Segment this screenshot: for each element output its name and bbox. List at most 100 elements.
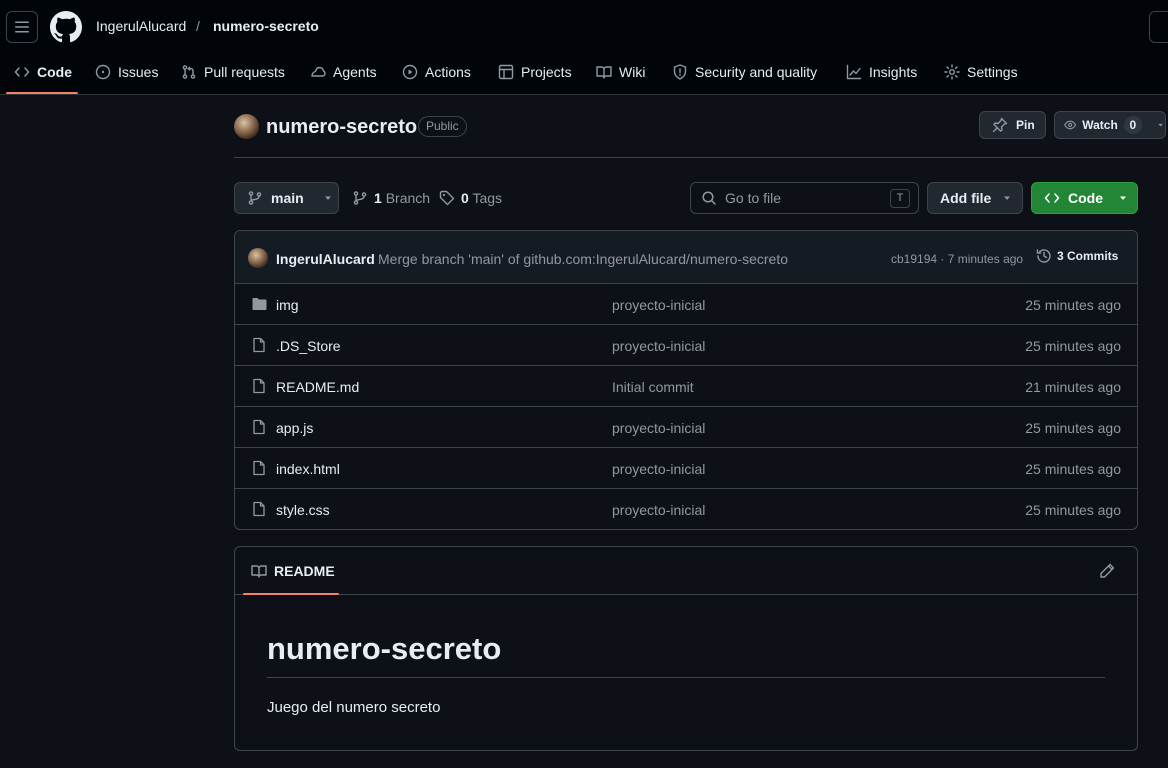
file-row[interactable]: .DS_Store proyecto-inicial 25 minutes ag… xyxy=(235,325,1137,366)
go-to-file-search[interactable]: T xyxy=(690,182,919,214)
code-icon xyxy=(1044,193,1060,203)
file-commit-message[interactable]: proyecto-inicial xyxy=(612,461,705,477)
go-to-file-input[interactable] xyxy=(725,190,875,206)
file-row[interactable]: img proyecto-inicial 25 minutes ago xyxy=(235,284,1137,325)
file-name[interactable]: style.css xyxy=(276,502,330,518)
github-logo-icon[interactable] xyxy=(50,11,82,43)
owner-avatar[interactable] xyxy=(234,114,259,139)
tags-link[interactable]: 0 Tags xyxy=(439,190,502,206)
tag-icon xyxy=(439,190,455,206)
file-commit-message[interactable]: proyecto-inicial xyxy=(612,502,705,518)
file-browser: IngerulAlucard Merge branch 'main' of gi… xyxy=(234,230,1138,530)
tab-agents[interactable]: Agents xyxy=(310,50,377,94)
agent-icon xyxy=(310,64,326,80)
tab-issues[interactable]: Issues xyxy=(95,50,158,94)
readme-header: README xyxy=(235,547,1137,595)
commit-hash-time[interactable]: cb19194 · 7 minutes ago xyxy=(891,252,1023,266)
repo-nav: Code Issues Pull requests Agents Actions xyxy=(0,50,1168,95)
watch-count: 0 xyxy=(1123,116,1142,134)
app-header: IngerulAlucard / numero-secreto Code Iss… xyxy=(0,0,1168,95)
file-row[interactable]: README.md Initial commit 21 minutes ago xyxy=(235,366,1137,407)
readme-tab[interactable]: README xyxy=(251,563,335,579)
caret-down-icon xyxy=(1120,196,1126,200)
breadcrumb-separator: / xyxy=(196,18,200,34)
readme-tab-indicator xyxy=(243,593,339,595)
history-icon xyxy=(1036,249,1051,263)
file-row[interactable]: style.css proyecto-inicial 25 minutes ag… xyxy=(235,489,1137,529)
file-commit-time: 25 minutes ago xyxy=(1025,461,1121,477)
file-name[interactable]: README.md xyxy=(276,379,359,395)
menu-button[interactable] xyxy=(6,11,38,43)
commit-author[interactable]: IngerulAlucard xyxy=(276,251,375,267)
file-icon xyxy=(253,419,265,435)
hamburger-icon xyxy=(15,21,29,33)
selected-tab-indicator xyxy=(6,92,78,94)
code-icon xyxy=(14,64,30,80)
file-commit-message[interactable]: proyecto-inicial xyxy=(612,420,705,436)
tab-projects[interactable]: Projects xyxy=(498,50,572,94)
book-icon xyxy=(596,64,612,80)
readme-paragraph: Juego del numero secreto xyxy=(267,699,441,716)
tab-security[interactable]: Security and quality xyxy=(672,50,817,94)
header-right-button[interactable] xyxy=(1149,11,1168,43)
tab-insights[interactable]: Insights xyxy=(846,50,917,94)
breadcrumb-owner[interactable]: IngerulAlucard xyxy=(96,18,186,34)
heading-divider xyxy=(267,677,1105,678)
pin-button[interactable]: Pin xyxy=(979,111,1046,139)
file-commit-message[interactable]: Initial commit xyxy=(612,379,694,395)
shield-icon xyxy=(672,64,688,80)
file-icon xyxy=(253,501,265,517)
file-name[interactable]: .DS_Store xyxy=(276,338,341,354)
search-icon xyxy=(702,191,716,205)
eye-icon xyxy=(1064,120,1077,130)
tab-code[interactable]: Code xyxy=(14,50,72,94)
watch-button[interactable]: Watch 0 xyxy=(1054,111,1166,139)
keyboard-shortcut-hint: T xyxy=(890,189,910,208)
tab-settings[interactable]: Settings xyxy=(944,50,1018,94)
git-branch-icon xyxy=(248,191,262,205)
file-commit-time: 25 minutes ago xyxy=(1025,338,1121,354)
file-commit-message[interactable]: proyecto-inicial xyxy=(612,338,705,354)
tab-wiki[interactable]: Wiki xyxy=(596,50,645,94)
caret-down-icon xyxy=(1004,196,1011,200)
pencil-icon xyxy=(1100,563,1115,578)
visibility-badge: Public xyxy=(418,116,467,137)
issue-opened-icon xyxy=(95,64,111,80)
caret-down-icon xyxy=(324,196,331,200)
git-pull-request-icon xyxy=(181,64,197,80)
file-name[interactable]: index.html xyxy=(276,461,340,477)
breadcrumb-repo[interactable]: numero-secreto xyxy=(213,18,319,34)
branch-selector[interactable]: main xyxy=(234,182,339,214)
book-icon xyxy=(251,565,267,578)
gear-icon xyxy=(944,64,960,80)
play-icon xyxy=(402,64,418,80)
tab-actions[interactable]: Actions xyxy=(402,50,471,94)
file-row[interactable]: index.html proyecto-inicial 25 minutes a… xyxy=(235,448,1137,489)
readme-heading: numero-secreto xyxy=(267,631,502,666)
tab-pull-requests[interactable]: Pull requests xyxy=(181,50,285,94)
file-commit-time: 25 minutes ago xyxy=(1025,502,1121,518)
branches-link[interactable]: 1 Branch xyxy=(352,190,430,206)
git-branch-icon xyxy=(353,191,367,205)
file-commit-time: 21 minutes ago xyxy=(1025,379,1121,395)
file-name[interactable]: app.js xyxy=(276,420,313,436)
file-row[interactable]: app.js proyecto-inicial 25 minutes ago xyxy=(235,407,1137,448)
code-dropdown-button[interactable]: Code xyxy=(1031,182,1138,214)
file-name[interactable]: img xyxy=(276,297,299,313)
file-icon xyxy=(253,378,265,394)
edit-readme-button[interactable] xyxy=(1099,563,1115,579)
file-commit-time: 25 minutes ago xyxy=(1025,297,1121,313)
file-commit-message[interactable]: proyecto-inicial xyxy=(612,297,705,313)
author-avatar[interactable] xyxy=(248,248,268,268)
pin-icon xyxy=(992,117,1008,133)
table-icon xyxy=(498,64,514,80)
folder-icon xyxy=(252,298,267,310)
file-commit-time: 25 minutes ago xyxy=(1025,420,1121,436)
commits-link[interactable]: 3 Commits xyxy=(1036,248,1118,264)
add-file-button[interactable]: Add file xyxy=(927,182,1023,214)
repo-title[interactable]: numero-secreto xyxy=(266,116,417,139)
file-icon xyxy=(253,460,265,476)
chevron-down-icon xyxy=(1158,123,1163,127)
title-divider xyxy=(234,157,1168,158)
commit-message[interactable]: Merge branch 'main' of github.com:Ingeru… xyxy=(378,251,788,267)
